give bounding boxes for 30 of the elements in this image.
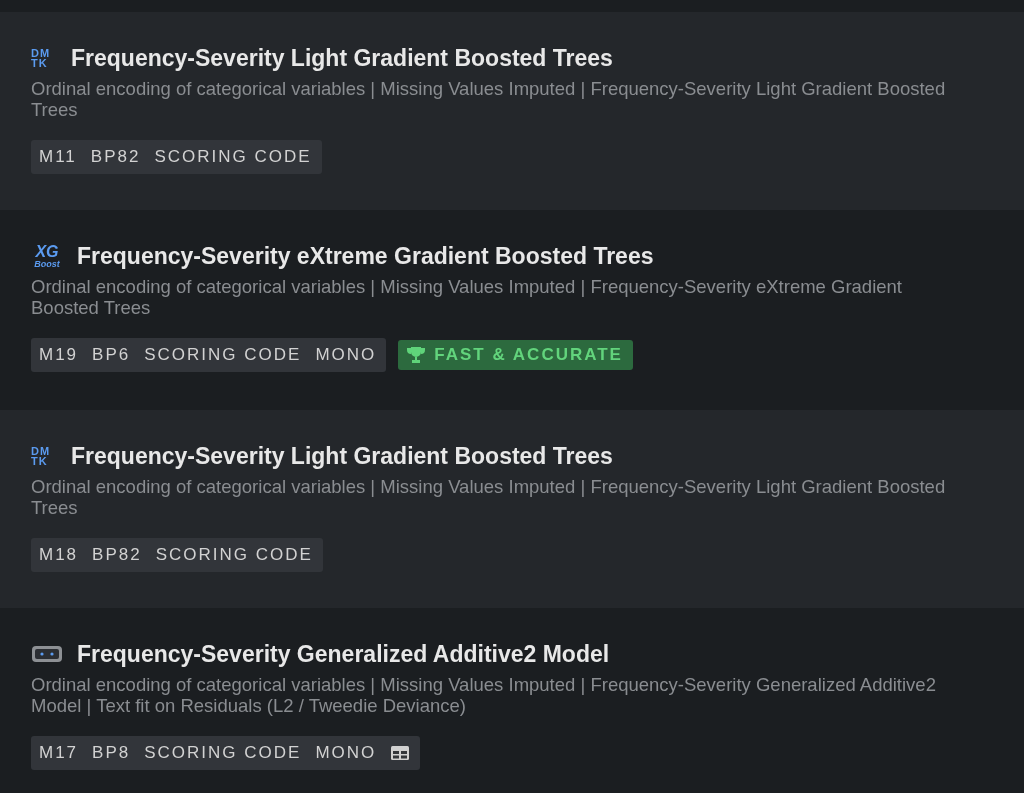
- model-card[interactable]: DM TK Frequency-Severity Light Gradient Boosted Trees Ordinal encoding of categorical variables | Missing Values Imputed | Frequency-Severity Light Gradient Boosted Trees M11 BP82 SCORING CODE: [0, 12, 1024, 210]
- model-title[interactable]: Frequency-Severity Light Gradient Boosted Trees: [71, 44, 613, 72]
- logo-icon: DM TK: [31, 446, 57, 466]
- badge-label: FAST & ACCURATE: [434, 345, 623, 365]
- tag-label: MONO: [315, 743, 377, 763]
- logo-icon: DM TK: [31, 48, 57, 68]
- tag-label: MONO: [315, 345, 377, 365]
- tag-label: M11: [39, 147, 77, 167]
- tag-label: BP6: [92, 345, 131, 365]
- model-card[interactable]: DM TK Frequency-Severity Light Gradient Boosted Trees Ordinal encoding of categorical variables | Missing Values Imputed | Frequency-Severity Light Gradient Boosted Trees M18 BP82 SCORING CODE: [0, 410, 1024, 608]
- model-description: Ordinal encoding of categorical variables | Missing Values Imputed | Frequency-Severity Generalized Additive2 Model | Text fit on Residuals (L2 / Tweedie Deviance): [31, 674, 937, 716]
- model-description: Ordinal encoding of categorical variables | Missing Values Imputed | Frequency-Severity Light Gradient Boosted Trees: [31, 476, 947, 518]
- tag-label: BP82: [90, 147, 141, 167]
- model-title[interactable]: Frequency-Severity Light Gradient Boosted Trees: [71, 442, 613, 470]
- tag-label: SCORING CODE: [155, 545, 313, 565]
- model-description: Ordinal encoding of categorical variables | Missing Values Imputed | Frequency-Severity eXtreme Gradient Boosted Trees: [31, 276, 903, 318]
- tag-label: SCORING CODE: [144, 743, 302, 763]
- model-title[interactable]: Frequency-Severity eXtreme Gradient Boosted Trees: [77, 242, 654, 270]
- trophy-icon: [406, 346, 427, 364]
- tag-label: M17: [39, 743, 79, 763]
- tag-label: M19: [39, 345, 79, 365]
- robot-icon: [31, 644, 63, 664]
- logo-icon: XG Boost: [31, 243, 63, 269]
- model-title[interactable]: Frequency-Severity Generalized Additive2 Model: [77, 640, 610, 668]
- tag-label: M18: [39, 545, 79, 565]
- tag-label: BP82: [92, 545, 142, 565]
- tag-label: BP8: [92, 743, 131, 763]
- tag-label: SCORING CODE: [154, 147, 312, 167]
- model-description: Ordinal encoding of categorical variables | Missing Values Imputed | Frequency-Severity Light Gradient Boosted Trees: [31, 78, 947, 120]
- tag-label: SCORING CODE: [144, 345, 302, 365]
